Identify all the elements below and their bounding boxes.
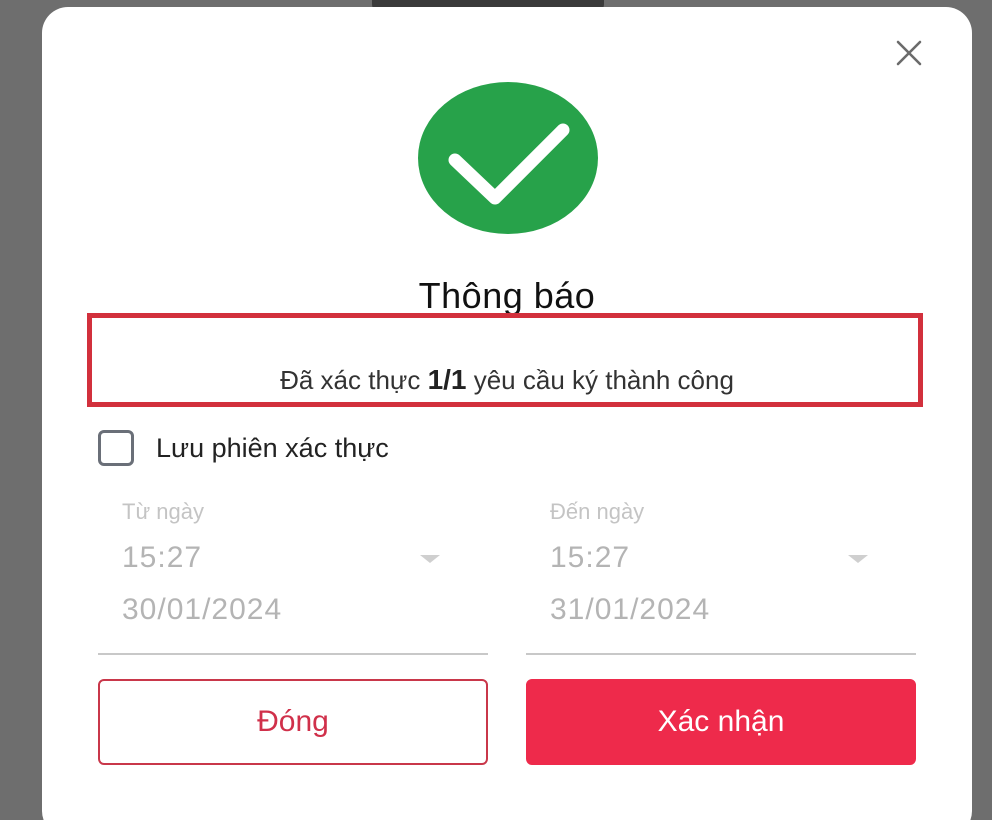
save-session-row[interactable]: Lưu phiên xác thực: [98, 430, 389, 466]
close-dialog-button[interactable]: Đóng: [98, 679, 488, 765]
from-date-picker[interactable]: Từ ngày 15:27 30/01/2024: [98, 499, 488, 655]
close-icon: [896, 40, 922, 66]
chevron-down-icon: [848, 555, 868, 563]
from-time-value: 15:27: [122, 541, 203, 574]
from-date-value: 30/01/2024: [122, 593, 283, 626]
from-date-label: Từ ngày: [122, 499, 204, 524]
to-date-picker[interactable]: Đến ngày 15:27 31/01/2024: [526, 499, 916, 655]
to-date-label: Đến ngày: [550, 499, 645, 524]
message-count: 1/1: [427, 364, 467, 395]
to-time-value: 15:27: [550, 541, 631, 574]
notification-dialog: Thông báo Đã xác thực 1/1 yêu cầu ký thà…: [42, 7, 972, 820]
message-suffix: yêu cầu ký thành công: [466, 365, 734, 395]
chevron-down-icon: [420, 555, 440, 563]
close-button[interactable]: [893, 37, 925, 69]
dialog-title: Thông báo: [418, 275, 596, 316]
check-circle-icon: [418, 82, 598, 234]
to-date-value: 31/01/2024: [550, 593, 711, 626]
success-message: Đã xác thực 1/1 yêu cầu ký thành công: [42, 364, 972, 396]
screen: Thông báo Đã xác thực 1/1 yêu cầu ký thà…: [0, 0, 992, 820]
save-session-label: Lưu phiên xác thực: [156, 432, 389, 463]
message-prefix: Đã xác thực: [280, 365, 428, 395]
confirm-button[interactable]: Xác nhận: [526, 679, 916, 765]
save-session-checkbox[interactable]: [98, 430, 134, 466]
